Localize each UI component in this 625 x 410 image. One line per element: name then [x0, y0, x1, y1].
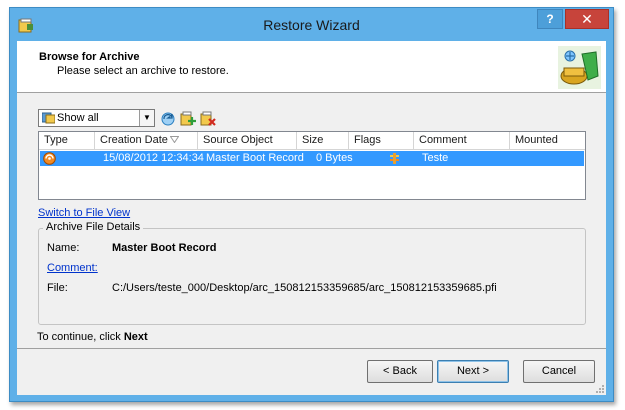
- file-path-value: C:/Users/teste_000/Desktop/arc_150812153…: [112, 282, 497, 294]
- group-title: Archive File Details: [43, 221, 144, 233]
- column-header-flags[interactable]: Flags: [349, 132, 414, 150]
- wizard-footer: < Back Next > Cancel: [17, 348, 606, 395]
- file-label: File:: [47, 282, 68, 294]
- table-row[interactable]: 15/08/2012 12:34:34 Master Boot Record 0…: [40, 151, 584, 166]
- help-button[interactable]: ?: [537, 9, 563, 29]
- column-header-creation-date[interactable]: Creation Date: [95, 132, 198, 150]
- comment-cell: Teste: [422, 152, 449, 164]
- refresh-icon[interactable]: [160, 111, 176, 127]
- column-header-type[interactable]: Type: [39, 132, 95, 150]
- column-header-mounted[interactable]: Mounted: [510, 132, 585, 150]
- archive-file-details-group: Archive File Details Name: Master Boot R…: [38, 221, 586, 325]
- wizard-body: Browse for Archive Please select an arch…: [17, 41, 606, 395]
- cancel-button[interactable]: Cancel: [523, 360, 595, 383]
- source-object-cell: Master Boot Record: [206, 152, 304, 164]
- name-value: Master Boot Record: [112, 242, 217, 254]
- comment-link[interactable]: Comment:: [47, 262, 98, 274]
- filter-icon: [42, 112, 55, 124]
- creation-date-cell: 15/08/2012 12:34:34: [103, 152, 204, 164]
- archive-icon: [43, 152, 56, 165]
- list-header: Type Creation Date Source Object Size Fl…: [39, 132, 585, 150]
- continue-instruction: To continue, click Next: [37, 331, 148, 343]
- archive-filter-select[interactable]: Show all ▼: [38, 109, 155, 127]
- filter-value: Show all: [57, 112, 99, 124]
- size-cell: 0 Bytes: [316, 152, 353, 164]
- close-button[interactable]: ✕: [565, 9, 609, 29]
- back-button[interactable]: < Back: [367, 360, 433, 383]
- instruction-action: Next: [123, 331, 148, 343]
- sort-descending-icon: [170, 136, 179, 143]
- window-title: Restore Wizard: [263, 17, 360, 33]
- column-label: Creation Date: [100, 134, 168, 146]
- remove-archive-icon[interactable]: [200, 111, 216, 127]
- wizard-header: Browse for Archive Please select an arch…: [17, 41, 606, 93]
- next-button[interactable]: Next >: [437, 360, 509, 383]
- title-bar[interactable]: Restore Wizard ? ✕: [10, 8, 613, 41]
- chevron-down-icon[interactable]: ▼: [139, 110, 154, 126]
- instruction-prefix: To continue, click: [37, 331, 124, 343]
- archive-list[interactable]: Type Creation Date Source Object Size Fl…: [38, 131, 586, 200]
- page-title: Browse for Archive: [39, 51, 140, 63]
- page-subtitle: Please select an archive to restore.: [57, 65, 229, 77]
- restore-wizard-icon: [558, 46, 601, 89]
- column-header-source-object[interactable]: Source Object: [198, 132, 297, 150]
- resize-grip-icon[interactable]: [595, 384, 605, 394]
- switch-to-file-view-link[interactable]: Switch to File View: [38, 207, 130, 219]
- flag-icon: [390, 153, 399, 164]
- add-archive-icon[interactable]: [180, 111, 196, 127]
- restore-wizard-window: Restore Wizard ? ✕ Browse for Archive Pl…: [9, 7, 614, 402]
- column-header-comment[interactable]: Comment: [414, 132, 510, 150]
- column-header-size[interactable]: Size: [297, 132, 349, 150]
- name-label: Name:: [47, 242, 80, 254]
